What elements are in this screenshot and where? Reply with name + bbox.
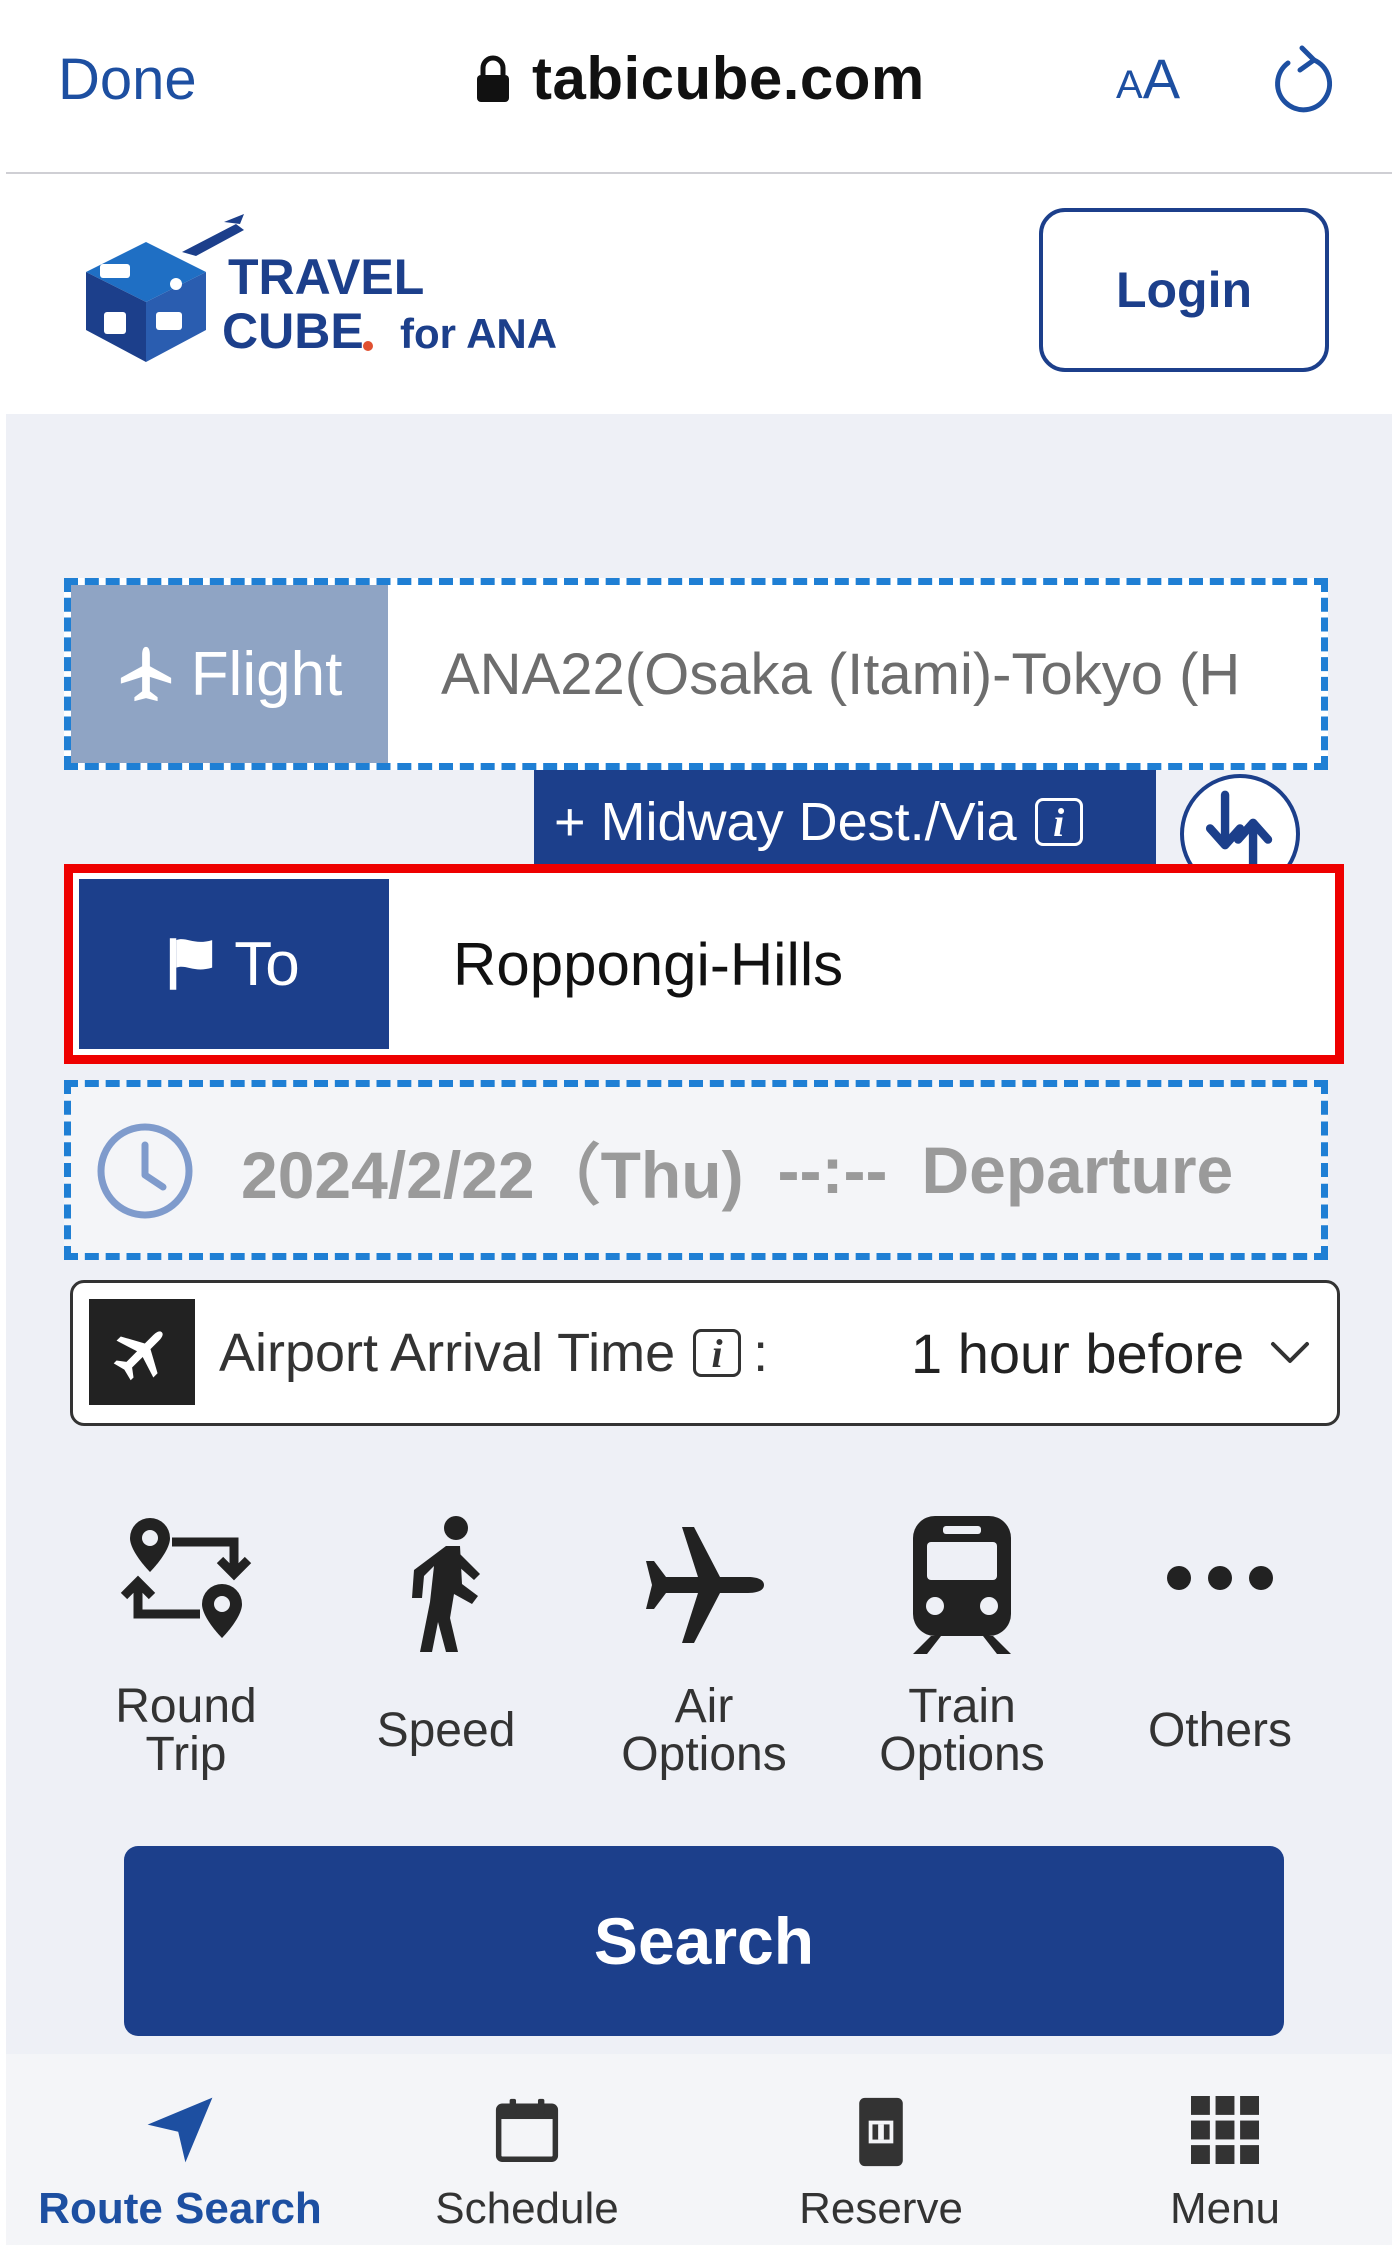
airport-arrival-label-text: Airport Arrival Time bbox=[219, 1323, 676, 1383]
site-header: TRAVEL CUBE for ANA Login bbox=[6, 174, 1392, 414]
midway-label: + Midway Dest./Via bbox=[554, 792, 1017, 852]
text-size-small-glyph: A bbox=[1116, 63, 1143, 107]
flight-field[interactable]: Flight ANA22(Osaka (Itami)-Tokyo (H bbox=[64, 578, 1328, 770]
time-value: --:-- bbox=[777, 1133, 888, 1207]
login-button[interactable]: Login bbox=[1039, 208, 1329, 372]
navigation-arrow-icon bbox=[147, 2097, 213, 2163]
airport-colon: : bbox=[753, 1323, 769, 1383]
to-label-text: To bbox=[234, 929, 300, 999]
flight-label-text: Flight bbox=[190, 639, 343, 709]
browser-toolbar: Done tabicube.com AA bbox=[6, 0, 1392, 174]
to-label: To bbox=[79, 879, 389, 1049]
round-trip-icon bbox=[120, 1518, 252, 1638]
nav-reserve[interactable]: Reserve bbox=[746, 2054, 1016, 2245]
search-options: Round Trip Speed Air Options Train Optio… bbox=[66, 1514, 1326, 1814]
route-search-panel: Flight ANA22(Osaka (Itami)-Tokyo (H + Mi… bbox=[6, 414, 1392, 2054]
option-train[interactable]: Train Options bbox=[862, 1514, 1062, 1814]
reload-icon[interactable] bbox=[1268, 40, 1338, 120]
nav-label: Menu bbox=[1169, 2184, 1281, 2233]
option-speed[interactable]: Speed bbox=[346, 1514, 546, 1814]
bottom-navigation: Route Search Schedule Reserve Menu bbox=[6, 2054, 1392, 2245]
grid-icon bbox=[1191, 2096, 1259, 2164]
url-display[interactable]: tabicube.com bbox=[476, 44, 925, 113]
logo-text-for-ana: for ANA bbox=[400, 310, 557, 357]
option-label-line1: Speed bbox=[376, 1704, 516, 1757]
app-frame: Done tabicube.com AA TRAVEL CUBE for ANA… bbox=[6, 0, 1392, 2245]
airport-arrival-label: Airport Arrival Time i : bbox=[219, 1283, 768, 1423]
lock-icon bbox=[477, 55, 509, 102]
calendar-icon bbox=[495, 2098, 559, 2162]
option-label-line1: Round bbox=[115, 1680, 257, 1733]
airplane-icon bbox=[646, 1527, 764, 1643]
clock-icon bbox=[97, 1123, 193, 1219]
nav-route-search[interactable]: Route Search bbox=[20, 2054, 340, 2245]
airport-arrival-time-select[interactable]: Airport Arrival Time i : 1 hour before bbox=[70, 1280, 1340, 1426]
flag-icon bbox=[170, 938, 213, 990]
more-icon bbox=[1167, 1566, 1273, 1590]
walking-icon bbox=[412, 1516, 480, 1652]
destination-field[interactable]: To Roppongi-Hills bbox=[64, 864, 1344, 1064]
airport-arrival-value-text: 1 hour before bbox=[911, 1321, 1245, 1385]
nav-label: Reserve bbox=[799, 2184, 963, 2233]
nav-menu[interactable]: Menu bbox=[1090, 2054, 1360, 2245]
departure-label: Departure bbox=[921, 1133, 1234, 1207]
text-size-button[interactable]: AA bbox=[1116, 46, 1180, 111]
train-icon bbox=[913, 1516, 1011, 1654]
date-value: 2024/2/22（Thu) bbox=[241, 1138, 744, 1212]
airplane-small-icon bbox=[120, 646, 171, 702]
option-label-line1: Train bbox=[908, 1680, 1016, 1733]
option-label-line2: Options bbox=[621, 1728, 787, 1781]
info-icon[interactable]: i bbox=[1034, 798, 1083, 846]
nav-label: Schedule bbox=[435, 2184, 619, 2233]
chevron-down-icon bbox=[1271, 1342, 1310, 1363]
flight-label: Flight bbox=[71, 585, 388, 763]
option-label-line2: Trip bbox=[145, 1728, 227, 1781]
option-air[interactable]: Air Options bbox=[604, 1514, 804, 1814]
nav-schedule[interactable]: Schedule bbox=[392, 2054, 662, 2245]
airport-info-icon[interactable]: i bbox=[693, 1329, 742, 1377]
destination-value: Roppongi-Hills bbox=[453, 930, 844, 998]
search-button[interactable]: Search bbox=[124, 1846, 1284, 2036]
option-label-line1: Air bbox=[674, 1680, 734, 1733]
done-button[interactable]: Done bbox=[58, 46, 197, 113]
airport-arrival-value: 1 hour before bbox=[911, 1283, 1310, 1423]
date-time-text: 2024/2/22（Thu) --:-- Departure bbox=[241, 1087, 1233, 1253]
option-label-line2: Options bbox=[879, 1728, 1045, 1781]
logo-text-travel: TRAVEL bbox=[228, 249, 424, 305]
nav-label: Route Search bbox=[38, 2184, 322, 2233]
airport-airplane-icon bbox=[89, 1299, 195, 1405]
option-others[interactable]: Others bbox=[1120, 1514, 1320, 1814]
logo-text-cube: CUBE bbox=[222, 303, 364, 359]
midway-destination-button[interactable]: + Midway Dest./Via i bbox=[534, 770, 1156, 874]
option-label-line1: Others bbox=[1147, 1704, 1293, 1757]
option-round-trip[interactable]: Round Trip bbox=[86, 1514, 286, 1814]
departure-datetime-field[interactable]: 2024/2/22（Thu) --:-- Departure bbox=[64, 1080, 1328, 1260]
ticket-icon bbox=[859, 2097, 903, 2167]
travel-cube-logo[interactable]: TRAVEL CUBE for ANA bbox=[86, 212, 646, 362]
text-size-large-glyph: A bbox=[1142, 47, 1181, 110]
flight-value: ANA22(Osaka (Itami)-Tokyo (H bbox=[441, 641, 1241, 707]
url-text: tabicube.com bbox=[532, 45, 925, 112]
